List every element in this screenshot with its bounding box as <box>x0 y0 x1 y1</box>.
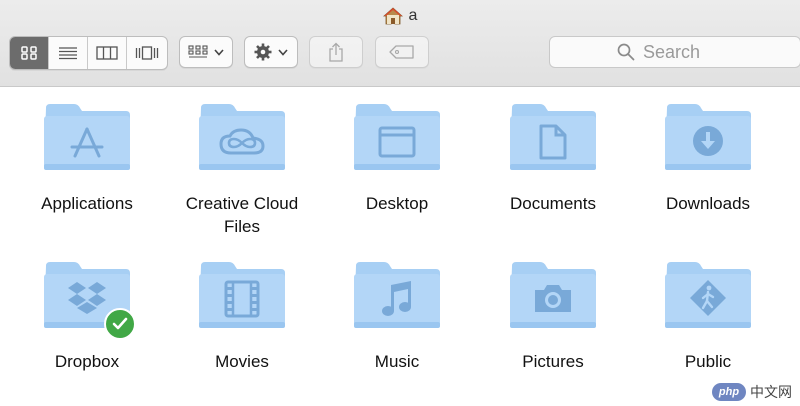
folder-icon <box>197 260 287 330</box>
columns-icon <box>96 46 118 60</box>
chevron-down-icon <box>278 48 288 56</box>
toolbar <box>9 36 800 70</box>
window-title-text: a <box>408 7 418 24</box>
column-view-button[interactable] <box>88 37 127 69</box>
tag-icon <box>389 45 414 59</box>
search-input[interactable] <box>643 41 733 63</box>
folder-label: Pictures <box>522 352 584 371</box>
tag-button[interactable] <box>375 36 429 68</box>
share-icon <box>329 42 343 62</box>
arrange-grid-icon <box>188 45 208 58</box>
folder-label: Dropbox <box>54 352 120 371</box>
folder-label: Movies <box>215 352 269 371</box>
folder-icon <box>663 102 753 172</box>
sync-complete-badge <box>104 308 136 340</box>
search-icon <box>617 43 635 61</box>
folder-label: Desktop <box>365 194 429 213</box>
folder-icon <box>197 102 287 172</box>
folder-music[interactable]: Music <box>327 260 467 373</box>
share-button[interactable] <box>309 36 363 68</box>
folder-label: Public <box>684 352 732 371</box>
film-icon <box>224 280 260 318</box>
folder-icon <box>42 260 136 340</box>
applications-icon <box>70 127 104 158</box>
list-view-button[interactable] <box>49 37 88 69</box>
icon-view-button[interactable] <box>10 37 49 69</box>
folder-downloads[interactable]: Downloads <box>638 102 778 215</box>
home-icon <box>382 7 403 25</box>
desktop-icon <box>378 126 416 158</box>
gear-icon <box>254 43 272 61</box>
music-note-icon <box>382 281 411 316</box>
folder-pictures[interactable]: Pictures <box>483 260 623 373</box>
folder-label: Documents <box>510 194 596 213</box>
folder-icon <box>352 260 442 330</box>
folder-grid: Applications Creative Cloud Files Deskto… <box>0 88 800 406</box>
folder-icon <box>508 102 598 172</box>
folder-applications[interactable]: Applications <box>17 102 157 215</box>
document-icon <box>539 124 567 160</box>
search-field[interactable] <box>549 36 800 68</box>
action-menu-button[interactable] <box>244 36 298 68</box>
creative-cloud-icon <box>219 128 265 155</box>
chevron-down-icon <box>214 48 224 56</box>
list-icon <box>59 47 77 60</box>
cover-flow-view-button[interactable] <box>127 37 166 69</box>
folder-label: Downloads <box>665 194 751 213</box>
arrange-button[interactable] <box>179 36 233 68</box>
folder-public[interactable]: Public <box>638 260 778 373</box>
folder-movies[interactable]: Movies <box>172 260 312 373</box>
window-title: a <box>0 6 800 26</box>
cover-flow-icon <box>135 46 158 60</box>
folder-dropbox[interactable]: Dropbox <box>17 260 157 373</box>
folder-creative-cloud-files[interactable]: Creative Cloud Files <box>172 102 312 238</box>
public-walker-icon <box>690 280 726 316</box>
site-watermark: php 中文网 <box>712 382 792 402</box>
folder-desktop[interactable]: Desktop <box>327 102 467 215</box>
downloads-icon <box>693 126 723 156</box>
checkmark-icon <box>112 317 128 330</box>
view-mode-segmented-control <box>9 36 168 70</box>
folder-documents[interactable]: Documents <box>483 102 623 215</box>
window-titlebar: a <box>0 0 800 87</box>
folder-label: Creative Cloud Files <box>185 194 299 236</box>
folder-label: Music <box>374 352 420 371</box>
dropbox-icon <box>68 282 106 314</box>
camera-icon <box>535 285 571 312</box>
folder-icon <box>663 260 753 330</box>
watermark-logo: php <box>712 383 746 401</box>
folder-label: Applications <box>41 194 133 213</box>
watermark-text: 中文网 <box>750 384 792 400</box>
folder-icon <box>352 102 442 172</box>
grid-icon <box>21 46 37 60</box>
folder-icon <box>42 102 132 172</box>
folder-icon <box>508 260 598 330</box>
